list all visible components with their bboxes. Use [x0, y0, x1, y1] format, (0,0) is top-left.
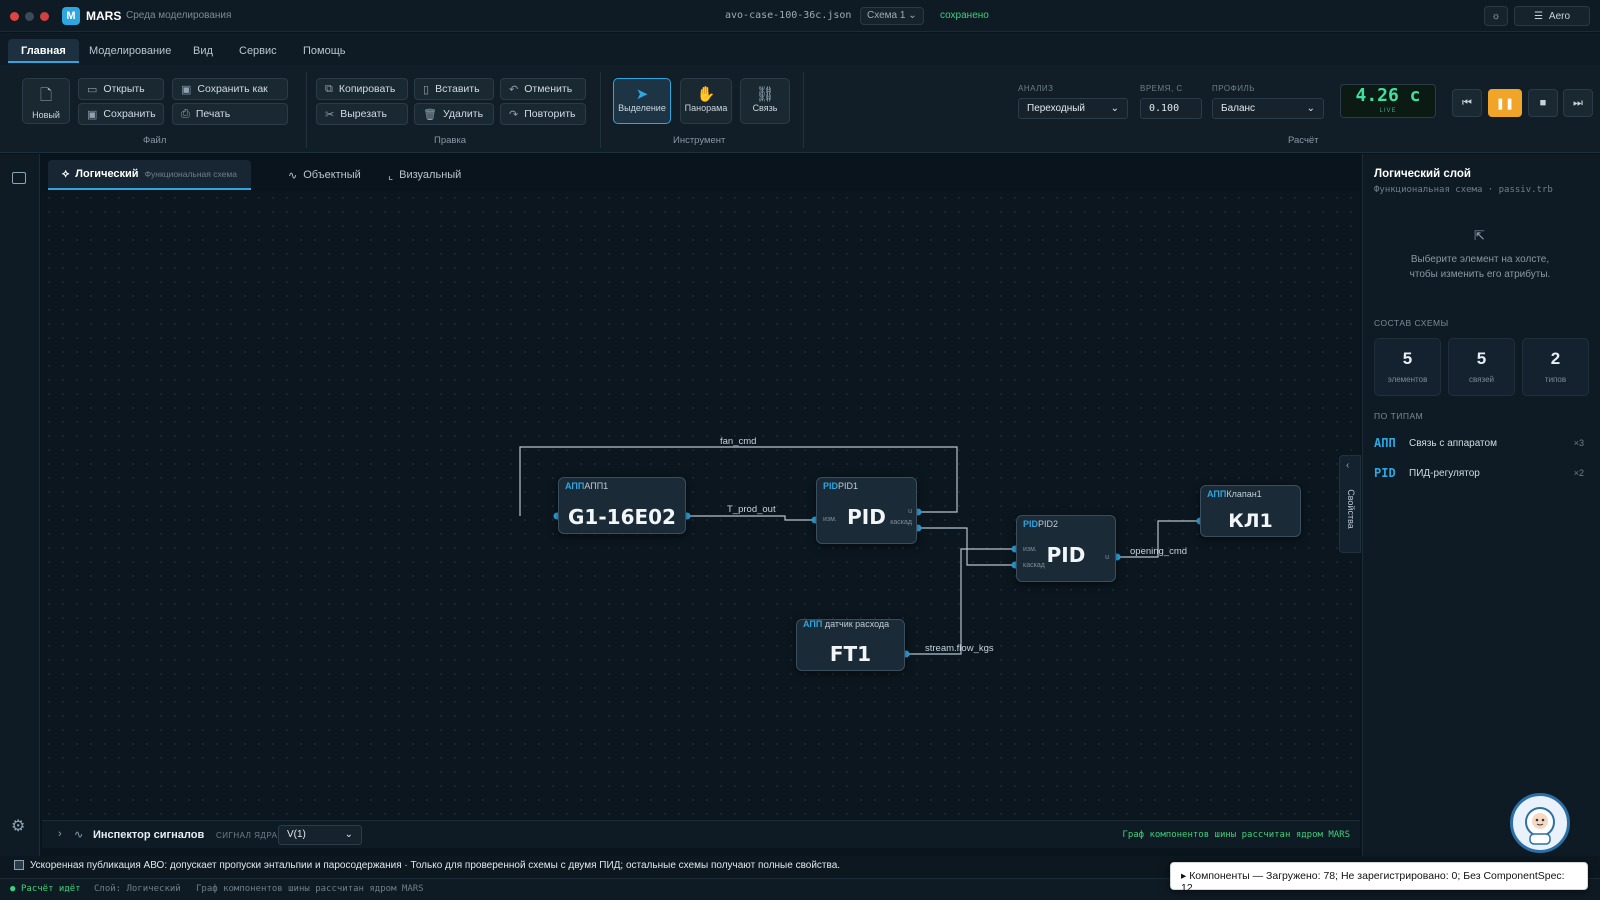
- by-type-label: ПО ТИПАМ: [1374, 411, 1424, 421]
- chevron-down-icon: ⌄: [344, 829, 353, 840]
- type-count: ×3: [1573, 438, 1584, 448]
- wire-pid1-pid2: [918, 527, 1015, 566]
- notice-checkbox[interactable]: [14, 860, 24, 870]
- type-row-app[interactable]: АПП Связь с аппаратом ×3: [1374, 436, 1584, 456]
- stat-label: связей: [1469, 375, 1494, 384]
- type-code: PID: [1374, 466, 1396, 480]
- inspector-status: Граф компонентов шины рассчитан ядром MA…: [1122, 830, 1350, 840]
- node-type: PID: [1023, 519, 1039, 529]
- port-label: каскад: [890, 519, 912, 526]
- stat-elements: 5 элементов: [1374, 338, 1441, 396]
- wave-icon: ∿: [74, 829, 84, 841]
- wires-layer: [519, 446, 1204, 658]
- stat-label: типов: [1544, 375, 1567, 384]
- notice-text: Ускоренная публикация АВО: допускает про…: [30, 860, 841, 871]
- node-app1[interactable]: АППАПП1 G1-16E02: [558, 477, 686, 534]
- node-pid2[interactable]: PIDPID2 PID изм. каскад u: [1016, 515, 1116, 582]
- node-header: PIDPID1: [823, 481, 858, 491]
- node-type: АПП: [1207, 489, 1227, 499]
- node-header: АПП датчик расхода: [803, 618, 893, 630]
- signal-inspector-bar: › ∿ Инспектор сигналов СИГНАЛ ЯДРА V(1) ⌄…: [42, 820, 1360, 848]
- wire-label-flow: stream.flow_kgs: [925, 643, 994, 654]
- node-name: PID1: [838, 481, 859, 491]
- node-name: АПП1: [584, 481, 609, 491]
- stat-links: 5 связей: [1448, 338, 1515, 396]
- status-dot: ●: [10, 884, 16, 894]
- node-title: КЛ1: [1228, 510, 1273, 532]
- stat-value: 2: [1550, 349, 1561, 368]
- port-label: каскад: [1023, 562, 1045, 569]
- node-header: АППАПП1: [565, 481, 608, 491]
- node-name: PID2: [1038, 519, 1059, 529]
- type-name: Связь с аппаратом: [1409, 438, 1497, 449]
- type-row-pid[interactable]: PID ПИД-регулятор ×2: [1374, 466, 1584, 486]
- port-label: u: [1105, 554, 1109, 561]
- wire-label-opening: opening_cmd: [1130, 546, 1188, 557]
- node-ft1[interactable]: АПП датчик расхода FT1: [796, 619, 905, 671]
- assistant-avatar[interactable]: [1510, 793, 1570, 853]
- cursor-icon: ⇱: [1474, 228, 1485, 243]
- node-type: PID: [823, 481, 839, 491]
- composition-label: СОСТАВ СХЕМЫ: [1374, 318, 1449, 328]
- status-calc: Расчёт идёт: [21, 884, 81, 894]
- node-header: АППКлапан1: [1207, 489, 1262, 499]
- wire-label-fan-cmd: fan_cmd: [720, 436, 757, 447]
- properties-collapse-tab[interactable]: ‹ Свойства: [1339, 455, 1361, 553]
- panel-title: Логический слой: [1374, 168, 1472, 180]
- wire-t-prod: [687, 515, 815, 521]
- port-label: u: [908, 508, 912, 515]
- chevron-right-icon[interactable]: ›: [58, 828, 62, 840]
- port-label: изм.: [1023, 546, 1037, 553]
- type-code: АПП: [1374, 436, 1396, 450]
- type-count: ×2: [1573, 468, 1584, 478]
- panel-hint: Выберите элемент на холсте, чтобы измени…: [1409, 254, 1551, 280]
- panel-subtitle: Функциональная схема · passiv.trb: [1374, 185, 1553, 195]
- node-type: АПП: [565, 481, 585, 491]
- astronaut-icon: [1525, 807, 1555, 845]
- signal-select[interactable]: V(1) ⌄: [278, 825, 362, 845]
- signal-value: V(1): [287, 829, 306, 840]
- node-name: Клапан1: [1226, 489, 1262, 499]
- inspector-title: Инспектор сигналов: [93, 829, 205, 841]
- stat-types: 2 типов: [1522, 338, 1589, 396]
- stat-label: элементов: [1387, 375, 1428, 384]
- signal-label: СИГНАЛ ЯДРА: [216, 831, 278, 840]
- node-title: G1-16E02: [568, 505, 676, 529]
- chevron-left-icon: ‹: [1346, 460, 1350, 471]
- port-label: изм.: [823, 516, 837, 523]
- node-pid1[interactable]: PIDPID1 PID изм. u каскад: [816, 477, 917, 544]
- stat-value: 5: [1402, 349, 1413, 368]
- properties-tab-label: Свойства: [1346, 489, 1356, 529]
- node-type: АПП: [803, 619, 823, 629]
- node-header: PIDPID2: [1023, 519, 1058, 529]
- wire-label-t-prod: T_prod_out: [727, 504, 776, 515]
- node-title: FT1: [829, 642, 872, 666]
- node-name: датчик расхода: [824, 619, 890, 629]
- status-layer: Слой: Логический: [94, 884, 181, 894]
- status-graph: Граф компонентов шины рассчитан ядром MA…: [196, 884, 424, 894]
- stat-value: 5: [1476, 349, 1487, 368]
- node-valve[interactable]: АППКлапан1 КЛ1: [1200, 485, 1301, 537]
- components-toast[interactable]: ▸ Компоненты — Загружено: 78; Не зарегис…: [1170, 862, 1588, 894]
- type-name: ПИД-регулятор: [1409, 468, 1480, 479]
